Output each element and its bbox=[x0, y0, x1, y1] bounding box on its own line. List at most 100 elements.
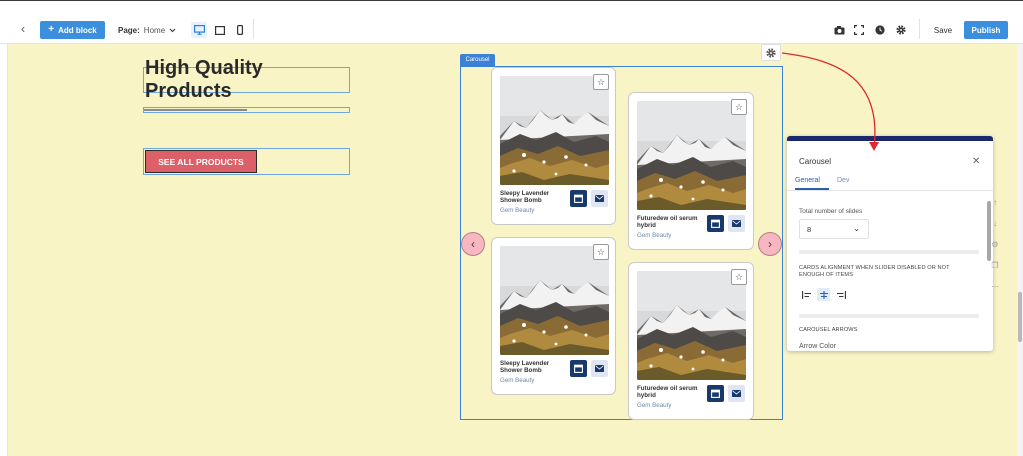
book-button[interactable] bbox=[570, 360, 587, 377]
product-card[interactable]: ☆ Futuredew oil serum hybrid Gem Beauty bbox=[628, 262, 754, 420]
gear-icon bbox=[896, 25, 906, 35]
product-brand: Gem Beauty bbox=[500, 377, 535, 384]
mail-icon bbox=[732, 390, 741, 397]
cards-alignment-label: CARDS ALIGNMENT WHEN SLIDER DISABLED OR … bbox=[799, 265, 950, 278]
toolbar-divider bbox=[253, 19, 254, 39]
book-button[interactable] bbox=[570, 190, 587, 207]
camera-icon bbox=[834, 25, 844, 34]
chevron-left-icon: ‹ bbox=[471, 237, 475, 251]
favorite-button[interactable]: ☆ bbox=[593, 74, 609, 90]
product-card[interactable]: ☆ Sleepy Lavender Shower Bomb Gem Beauty bbox=[491, 237, 616, 395]
align-right-icon bbox=[836, 290, 846, 299]
star-icon: ☆ bbox=[734, 101, 744, 112]
divider-line bbox=[144, 109, 247, 111]
move-up-icon[interactable]: ↑ bbox=[989, 196, 1001, 208]
publish-button[interactable]: Publish bbox=[964, 21, 1008, 39]
book-button[interactable] bbox=[707, 385, 724, 402]
align-left-icon bbox=[801, 290, 811, 299]
back-icon[interactable]: ‹ bbox=[16, 21, 30, 36]
carousel-settings-panel: Carousel ✕ General Dev Total number of s… bbox=[787, 136, 993, 351]
tab-divider bbox=[787, 190, 993, 191]
tab-dev[interactable]: Dev bbox=[837, 177, 849, 184]
chevron-down-icon bbox=[169, 28, 176, 32]
product-brand: Gem Beauty bbox=[637, 402, 672, 409]
book-button[interactable] bbox=[707, 215, 724, 232]
total-slides-value: 8 bbox=[807, 224, 812, 234]
scrollbar-thumb[interactable] bbox=[1018, 292, 1022, 342]
page-heading[interactable]: High Quality Products bbox=[143, 57, 350, 102]
product-title[interactable]: Sleepy Lavender Shower Bomb bbox=[500, 190, 564, 204]
tablet-view-button[interactable] bbox=[212, 22, 228, 38]
chevron-right-icon: › bbox=[768, 237, 772, 251]
product-image[interactable] bbox=[500, 246, 609, 355]
save-button[interactable]: Save bbox=[931, 21, 955, 39]
section-divider bbox=[799, 314, 979, 318]
mail-icon bbox=[732, 220, 741, 227]
history-icon bbox=[875, 25, 885, 35]
carousel-settings-button[interactable] bbox=[761, 44, 781, 61]
product-title[interactable]: Futuredew oil serum hybrid bbox=[637, 215, 701, 229]
product-card[interactable]: ☆ Futuredew oil serum hybrid Gem Beauty bbox=[628, 92, 754, 250]
history-button[interactable] bbox=[872, 22, 888, 38]
page-label: Page: bbox=[118, 25, 140, 35]
total-slides-select[interactable]: 8 ⌄ bbox=[799, 219, 869, 239]
canvas-scrollbar[interactable] bbox=[1017, 44, 1023, 456]
carousel-prev-button[interactable]: ‹ bbox=[461, 232, 485, 256]
product-title[interactable]: Futuredew oil serum hybrid bbox=[637, 385, 701, 399]
align-right-button[interactable] bbox=[834, 288, 847, 301]
arrow-color-label: Arrow Color bbox=[799, 343, 836, 350]
product-image[interactable] bbox=[637, 271, 746, 380]
more-icon[interactable]: ⋯ bbox=[989, 280, 1001, 292]
calendar-icon bbox=[574, 194, 583, 203]
top-toolbar: ‹ + Add block Page: Home Save Publish bbox=[0, 0, 1023, 44]
fullscreen-icon bbox=[854, 25, 864, 35]
favorite-button[interactable]: ☆ bbox=[731, 269, 747, 285]
star-icon: ☆ bbox=[734, 271, 744, 282]
product-image[interactable] bbox=[637, 101, 746, 210]
favorite-button[interactable]: ☆ bbox=[731, 99, 747, 115]
canvas-gutter bbox=[0, 44, 8, 456]
desktop-view-button[interactable] bbox=[191, 22, 207, 38]
settings-button[interactable] bbox=[893, 22, 909, 38]
contact-button[interactable] bbox=[728, 385, 745, 402]
tab-general[interactable]: General bbox=[795, 177, 820, 184]
move-down-icon[interactable]: ↓ bbox=[989, 217, 1001, 229]
duplicate-icon[interactable]: ❐ bbox=[989, 259, 1001, 271]
see-all-products-button[interactable]: SEE ALL PRODUCTS bbox=[145, 150, 257, 173]
fullscreen-button[interactable] bbox=[851, 22, 867, 38]
product-card[interactable]: ☆ Sleepy Lavender Shower Bomb Gem Beauty bbox=[491, 67, 616, 225]
calendar-icon bbox=[711, 389, 720, 398]
tablet-icon bbox=[215, 25, 225, 35]
product-title[interactable]: Sleepy Lavender Shower Bomb bbox=[500, 360, 564, 374]
panel-title: Carousel bbox=[799, 157, 832, 166]
close-icon[interactable]: ✕ bbox=[972, 156, 980, 167]
page-selector[interactable]: Page: Home bbox=[118, 23, 176, 37]
add-block-button[interactable]: + Add block bbox=[40, 21, 105, 39]
product-brand: Gem Beauty bbox=[500, 207, 535, 214]
contact-button[interactable] bbox=[591, 360, 608, 377]
carousel-next-button[interactable]: › bbox=[758, 232, 782, 256]
carousel-block-tag[interactable]: Carousel bbox=[460, 54, 495, 66]
mobile-icon bbox=[237, 25, 243, 35]
mobile-view-button[interactable] bbox=[232, 22, 248, 38]
align-left-button[interactable] bbox=[800, 288, 813, 301]
page-value: Home bbox=[143, 25, 166, 35]
star-icon: ☆ bbox=[596, 246, 606, 257]
mail-icon bbox=[595, 195, 604, 202]
align-center-icon bbox=[819, 290, 828, 299]
favorite-button[interactable]: ☆ bbox=[593, 244, 609, 260]
contact-button[interactable] bbox=[728, 215, 745, 232]
contact-button[interactable] bbox=[591, 190, 608, 207]
media-button[interactable] bbox=[831, 22, 847, 38]
divider-block[interactable] bbox=[143, 107, 350, 113]
star-icon: ☆ bbox=[596, 76, 606, 87]
chevron-down-icon: ⌄ bbox=[853, 224, 860, 233]
calendar-icon bbox=[711, 219, 720, 228]
total-slides-label: Total number of slides bbox=[799, 208, 863, 215]
add-block-label: Add block bbox=[58, 25, 97, 35]
gear-icon bbox=[766, 47, 776, 58]
product-image[interactable] bbox=[500, 76, 609, 185]
align-center-button[interactable] bbox=[817, 288, 830, 301]
plus-icon: + bbox=[48, 24, 55, 35]
gear-icon[interactable]: ⚙ bbox=[989, 238, 1001, 250]
